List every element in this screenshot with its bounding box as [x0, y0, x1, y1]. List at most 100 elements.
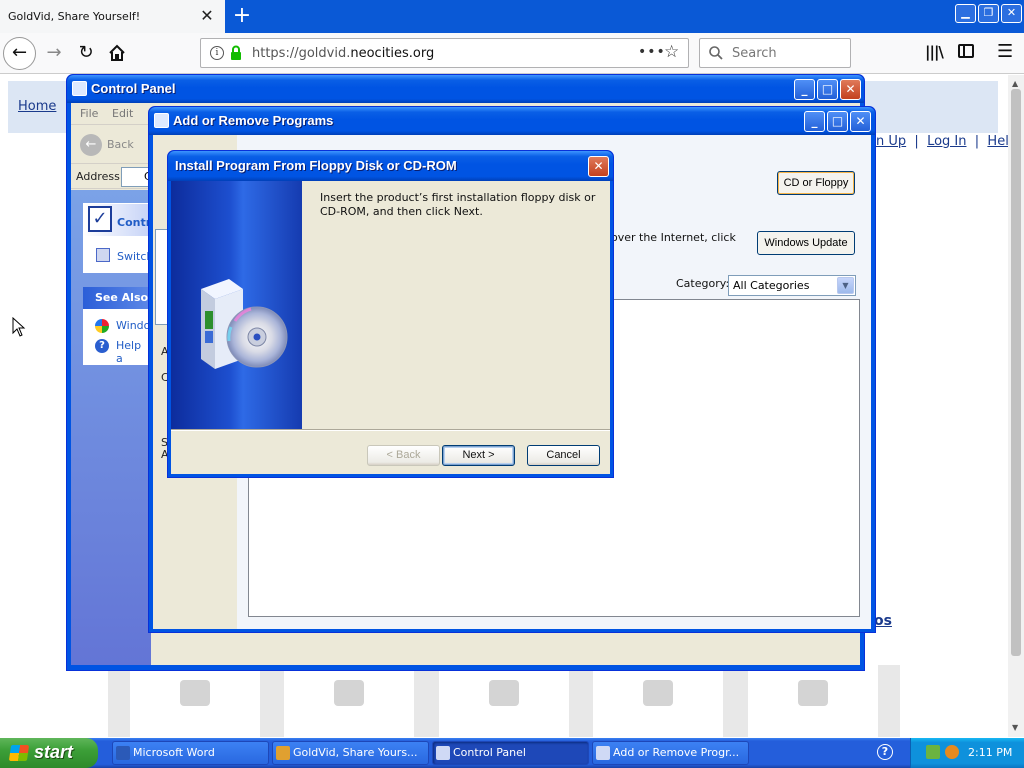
taskbar-item-label: GoldVid, Share Yours... [293, 746, 418, 759]
back-button[interactable]: < Back [367, 445, 440, 466]
browser-minimize-button[interactable]: ▁ [955, 4, 976, 23]
close-icon[interactable]: ✕ [588, 156, 609, 177]
address-label: Address [76, 170, 120, 183]
account-links: n Up | Log In | Help [876, 134, 1008, 149]
menu-edit[interactable]: Edit [112, 107, 133, 120]
video-placeholder-icon [334, 680, 364, 706]
taskbar-item-control-panel[interactable]: Control Panel [432, 741, 589, 765]
network-icon[interactable] [926, 745, 940, 759]
close-button[interactable]: ✕ [840, 79, 861, 100]
forward-arrow-icon[interactable]: → [43, 41, 65, 65]
windows-update-icon [95, 319, 109, 333]
scrollbar-thumb[interactable] [1011, 89, 1021, 656]
reload-icon[interactable]: ↻ [75, 41, 97, 65]
control-panel-task-box: ✓ Contr Switch [83, 203, 153, 273]
cd-or-floppy-button[interactable]: CD or Floppy [777, 171, 855, 195]
video-thumbnail[interactable] [439, 665, 569, 737]
see-also-title: See Also [95, 291, 149, 304]
taskbar-item-label: Control Panel [453, 746, 526, 759]
windows-logo-icon [8, 745, 30, 761]
start-label: start [34, 742, 74, 762]
scroll-up-icon[interactable]: ▲ [1012, 79, 1018, 88]
next-button[interactable]: Next > [442, 445, 515, 466]
home-icon[interactable] [106, 41, 128, 65]
wizard-banner [171, 181, 302, 429]
new-tab-button[interactable]: + [231, 4, 253, 28]
add-remove-titlebar[interactable]: Add or Remove Programs _ □ ✕ [149, 107, 875, 135]
nav-separator: | [974, 134, 980, 149]
mouse-cursor-icon [12, 317, 26, 337]
video-thumbnail[interactable] [130, 665, 260, 737]
task-box-title: Contr [117, 216, 152, 229]
video-thumbnail-row [108, 665, 900, 737]
back-arrow-icon[interactable]: ← [3, 37, 36, 70]
browser-close-button[interactable]: ✕ [1001, 4, 1022, 23]
windows-update-button[interactable]: Windows Update [757, 231, 855, 255]
help-support-link[interactable]: Help a [116, 339, 149, 365]
control-panel-checkmark-icon: ✓ [88, 206, 112, 232]
maximize-button[interactable]: □ [817, 79, 838, 100]
help-icon[interactable]: ? [877, 744, 893, 760]
back-arrow-icon[interactable]: ← [80, 134, 102, 156]
nav-separator: | [914, 134, 919, 149]
control-panel-titlebar[interactable]: Control Panel _ □ ✕ [67, 75, 864, 103]
menu-file[interactable]: File [80, 107, 98, 120]
log-in-link[interactable]: Log In [927, 134, 966, 149]
dialog-titlebar[interactable]: Install Program From Floppy Disk or CD-R… [168, 151, 613, 181]
security-icon[interactable] [945, 745, 959, 759]
video-placeholder-icon [489, 680, 519, 706]
page-actions-icon[interactable]: ••• [638, 44, 666, 60]
taskbar: start Microsoft Word GoldVid, Share Your… [0, 738, 1024, 768]
sidebar-icon[interactable] [958, 44, 974, 58]
sign-up-link[interactable]: n Up [876, 134, 906, 149]
video-thumbnail[interactable] [284, 665, 414, 737]
taskbar-item-label: Microsoft Word [133, 746, 215, 759]
help-link[interactable]: Help [987, 134, 1008, 149]
help-icon: ? [95, 339, 109, 353]
video-thumbnail[interactable] [593, 665, 723, 737]
see-also-box: See Also Windo ? Help a [83, 287, 150, 365]
dialog-content: Insert the product’s first installation … [302, 181, 610, 429]
bookmark-star-icon[interactable]: ☆ [664, 42, 679, 62]
videos-link[interactable]: os [874, 613, 892, 629]
home-link[interactable]: Home [18, 99, 56, 114]
close-button[interactable]: ✕ [850, 111, 871, 132]
browser-restore-button[interactable]: ❐ [978, 4, 999, 23]
hamburger-menu-icon[interactable]: ☰ [997, 41, 1013, 62]
site-info-icon[interactable]: i [210, 46, 224, 60]
chevron-down-icon[interactable]: ▼ [837, 277, 854, 294]
windows-update-link[interactable]: Windo [116, 319, 150, 332]
start-button[interactable]: start [0, 738, 98, 768]
scroll-down-icon[interactable]: ▼ [1012, 723, 1018, 732]
software-box-cd-icon [201, 279, 288, 369]
search-input[interactable]: Search [699, 38, 851, 68]
minimize-button[interactable]: _ [794, 79, 815, 100]
search-placeholder: Search [732, 46, 777, 61]
dialog-divider [171, 429, 610, 431]
video-thumbnail[interactable] [748, 665, 878, 737]
lock-icon[interactable] [230, 45, 242, 61]
install-program-dialog: Install Program From Floppy Disk or CD-R… [167, 150, 614, 478]
taskbar-item-word[interactable]: Microsoft Word [112, 741, 269, 765]
maximize-button[interactable]: □ [827, 111, 848, 132]
firefox-icon [276, 746, 290, 760]
page-scrollbar[interactable]: ▲ ▼ [1008, 75, 1024, 737]
taskbar-item-browser[interactable]: GoldVid, Share Yours... [272, 741, 429, 765]
url-prefix: https://goldvid. [252, 46, 351, 61]
back-label[interactable]: Back [107, 138, 134, 151]
category-select[interactable]: All Categories ▼ [728, 275, 856, 296]
task-pane: ✓ Contr Switch See Also Windo ? Help a [71, 190, 153, 665]
dialog-message: Insert the product’s first installation … [320, 191, 596, 218]
cancel-button[interactable]: Cancel [527, 445, 600, 466]
url-bar[interactable]: i https://goldvid.neocities.org ••• ☆ [200, 38, 689, 68]
minimize-button[interactable]: _ [804, 111, 825, 132]
switch-view-icon [96, 248, 110, 262]
clock[interactable]: 2:11 PM [968, 746, 1012, 759]
tab-close-icon[interactable]: ✕ [199, 8, 215, 24]
url-domain: neocities.org [350, 46, 435, 61]
add-remove-programs-icon [596, 746, 610, 760]
dialog-body: Insert the product’s first installation … [171, 181, 610, 474]
library-icon[interactable]: |||\ [925, 43, 944, 61]
taskbar-item-add-remove[interactable]: Add or Remove Progr... [592, 741, 749, 765]
browser-tab[interactable]: GoldVid, Share Yourself! ✕ [0, 0, 225, 33]
